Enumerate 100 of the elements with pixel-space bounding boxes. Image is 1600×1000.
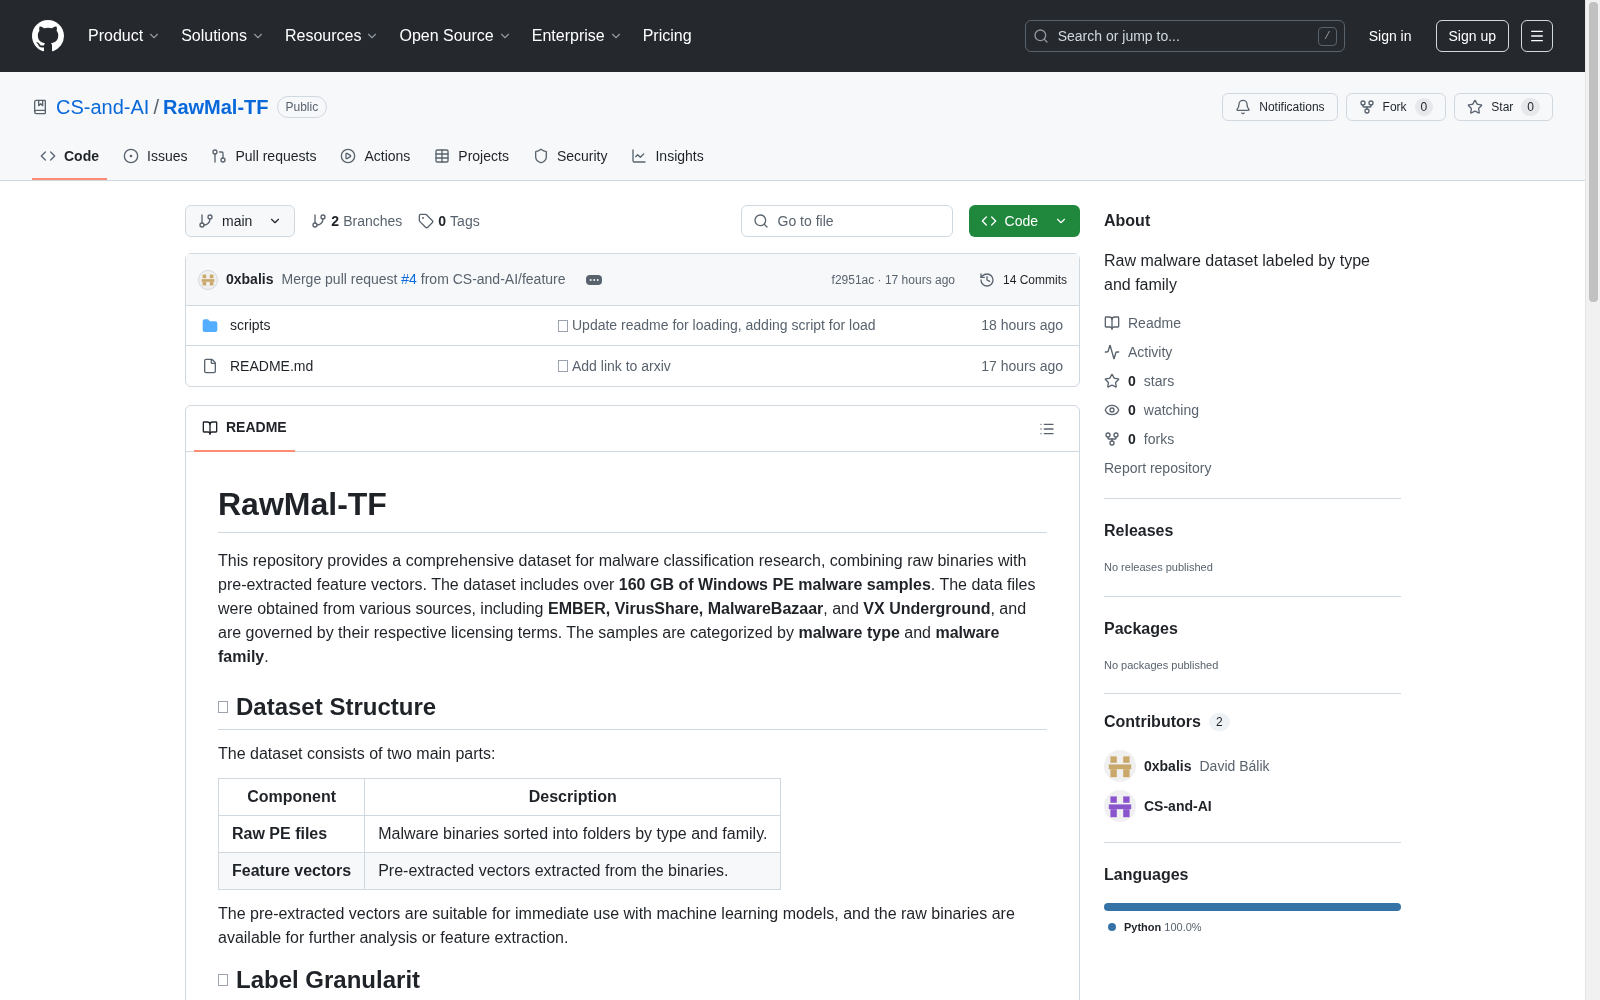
branches-link[interactable]: 2 Branches [311, 210, 403, 232]
commit-message-link[interactable]: Update readme for loading, adding script for load [572, 315, 982, 336]
branch-selector[interactable]: main [185, 205, 296, 237]
file-icon [202, 358, 218, 374]
missing-glyph-icon [218, 701, 228, 713]
star-button[interactable]: Star 0 [1454, 93, 1553, 121]
readme-paragraph: The dataset consists of two main parts: [218, 744, 497, 764]
tags-link[interactable]: 0 Tags [418, 210, 480, 232]
count-badge: 2 [1208, 713, 1230, 731]
menu-icon [1529, 28, 1545, 44]
book-icon [202, 419, 218, 436]
commit-time: 17 hours ago [981, 356, 1063, 376]
about-link[interactable]: Readme [1104, 313, 1401, 333]
about-heading: About [1104, 211, 1152, 231]
nav-menu[interactable]: Product [88, 24, 162, 48]
go-to-file-field[interactable]: Go to file [740, 205, 953, 237]
commit-time: 18 hours ago [981, 316, 1063, 335]
pull-request-icon [211, 148, 228, 164]
commits-link[interactable]: 14 Commits [979, 270, 1067, 289]
about-link[interactable]: Activity [1104, 342, 1401, 362]
repository-tab[interactable]: Projects [426, 134, 517, 180]
repository-icon [32, 99, 48, 115]
shield-icon [532, 148, 549, 164]
circle-dot-icon [123, 148, 139, 164]
count-badge: 0 [1414, 98, 1434, 116]
search-icon [752, 213, 769, 229]
star-icon [1104, 373, 1120, 389]
contributor-link[interactable]: CS-and-AI [1104, 790, 1401, 822]
report-link[interactable]: Report repository [1104, 458, 1401, 478]
repository-tab[interactable]: Security [524, 134, 616, 180]
table-header-cell: Description [364, 778, 781, 816]
section-heading: Dataset Structure [236, 692, 437, 722]
repository-tab[interactable]: Issues [115, 134, 196, 180]
table-cell: Malware binaries sorted into folders by type and family. [364, 815, 781, 853]
count-badge: 0 [1521, 98, 1540, 116]
eye-icon [1104, 402, 1120, 418]
table-cell: Pre-extracted vectors extracted from the binaries. [364, 852, 781, 890]
path-separator: / [153, 95, 159, 120]
nav-menu[interactable]: Resources [284, 24, 380, 48]
about-link[interactable]: 0 watching [1104, 400, 1401, 420]
table-header-cell: Component [218, 778, 365, 816]
scrollbar[interactable] [1585, 0, 1600, 1000]
table-cell: Feature vectors [218, 852, 365, 890]
file-name-link[interactable]: scripts [230, 315, 558, 336]
commit-author-link[interactable]: 0xbalis [226, 269, 274, 290]
shortcut-key: / [1318, 27, 1337, 46]
repository-description: Raw malware dataset labeled by type and family [1104, 251, 1371, 295]
commit-message-link[interactable]: Add link to arxiv [572, 355, 982, 377]
contributor-link[interactable]: 0xbalis David Bálik [1104, 750, 1401, 782]
repository-name-link[interactable]: RawMal-TF [162, 92, 269, 122]
commit-hash-time: f2951ac · 17 hours ago [831, 271, 955, 289]
table-cell: Raw PE files [218, 815, 365, 853]
repository-tab[interactable]: Code [32, 134, 107, 180]
notifications-button[interactable]: Notifications [1222, 93, 1338, 121]
nav-menu[interactable]: Solutions [181, 24, 265, 48]
nav-menu[interactable]: Enterprise [531, 24, 623, 48]
missing-glyph-icon [558, 319, 568, 332]
menu-button[interactable] [1521, 20, 1553, 52]
commit-message: Merge pull request #4 from CS-and-AI/feature [281, 270, 566, 289]
about-link[interactable]: 0 forks [1104, 429, 1401, 449]
expand-message-button[interactable] [585, 274, 602, 285]
missing-glyph-icon [558, 360, 568, 372]
fork-icon [1104, 431, 1120, 447]
repository-tab[interactable]: Pull requests [203, 134, 325, 180]
file-name-link[interactable]: README.md [230, 355, 558, 377]
fork-icon [1358, 99, 1375, 115]
fork-button[interactable]: Fork 0 [1345, 93, 1447, 121]
scrollbar-thumb[interactable] [1588, 2, 1598, 302]
sign-up-button[interactable]: Sign up [1435, 20, 1509, 52]
about-link[interactable]: 0 stars [1104, 371, 1401, 391]
sign-in-link[interactable]: Sign in [1368, 25, 1412, 47]
empty-releases-text: No releases published [1104, 560, 1214, 575]
repository-tab[interactable]: Insights [623, 134, 712, 180]
pulse-icon [1104, 344, 1120, 360]
avatar-icon [198, 269, 218, 290]
octocat-logo-icon[interactable] [32, 20, 64, 52]
nav-menu[interactable]: Open Source [399, 24, 512, 48]
readme-title: RawMal-TF [218, 480, 1047, 533]
language-link[interactable]: Python 100.0% [1124, 919, 1202, 936]
pull-request-link[interactable]: #4 [401, 271, 417, 287]
packages-heading: Packages [1104, 618, 1179, 639]
readme-paragraph: The pre-extracted vectors are suitable for immediate use with machine learning models, and the raw binaries are available for further analysis or feature extraction. [218, 904, 1016, 948]
graph-icon [631, 148, 648, 164]
empty-packages-text: No packages published [1104, 657, 1220, 673]
repository-tab[interactable]: Actions [332, 134, 419, 180]
play-icon [340, 148, 357, 164]
code-button[interactable]: Code [968, 205, 1080, 237]
languages-heading: Languages [1104, 865, 1190, 885]
nav-menu[interactable]: Pricing [642, 24, 692, 48]
branch-icon [311, 213, 328, 229]
readme-tab[interactable]: README [194, 405, 295, 452]
releases-heading: Releases [1104, 521, 1175, 541]
star-icon [1467, 99, 1484, 115]
missing-glyph-icon [218, 974, 228, 986]
search-icon [1032, 28, 1049, 44]
branch-icon [198, 213, 214, 229]
history-icon [979, 271, 995, 288]
owner-link[interactable]: CS-and-AI [56, 92, 150, 122]
code-icon [40, 148, 56, 164]
bell-icon [1235, 99, 1252, 115]
